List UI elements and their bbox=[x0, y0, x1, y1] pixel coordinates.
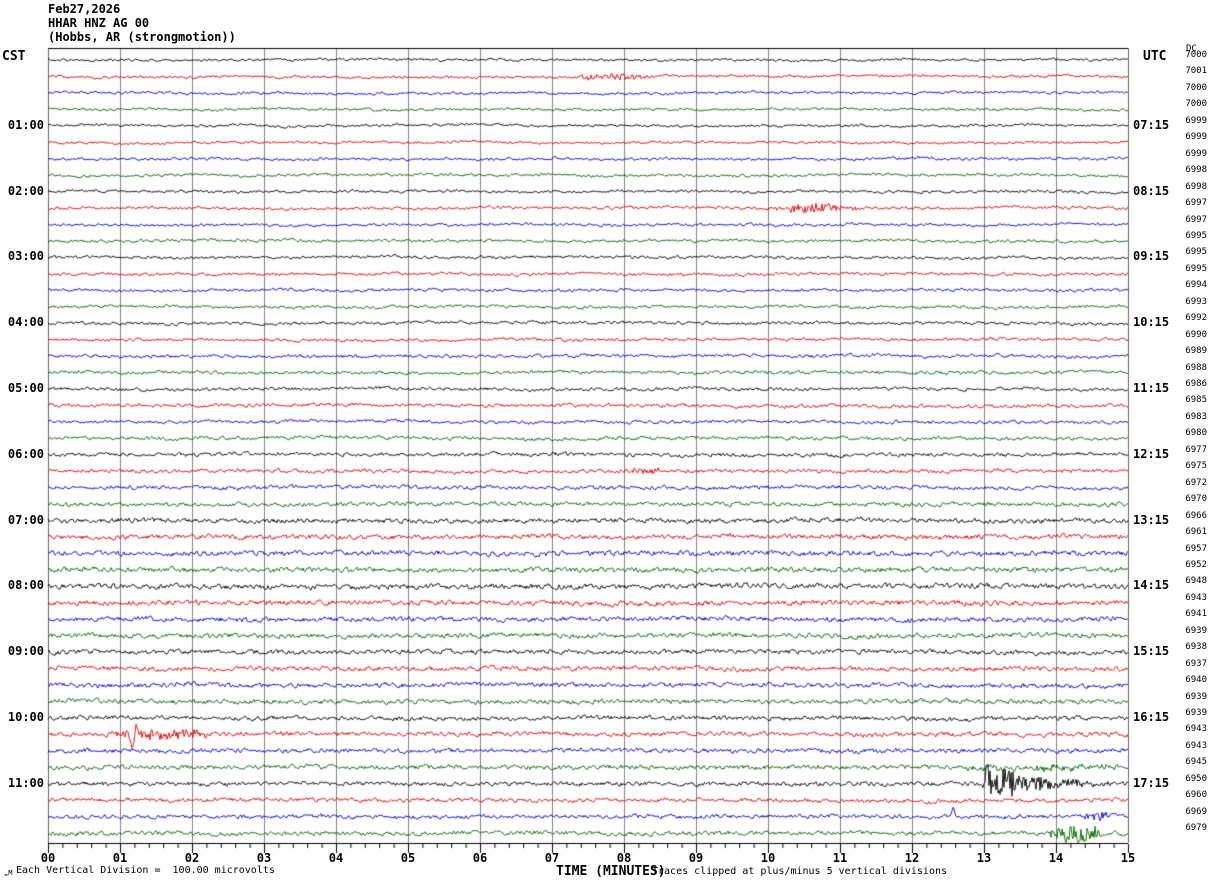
x-axis-title: TIME (MINUTES) bbox=[556, 864, 666, 879]
x-tick-label: 04 bbox=[328, 851, 344, 865]
dc-value: 6998 bbox=[1185, 181, 1207, 192]
x-tick-label: 00 bbox=[40, 851, 56, 865]
utc-hour-label: 16:15 bbox=[1133, 710, 1170, 724]
x-tick-label: 12 bbox=[904, 851, 920, 865]
utc-hour-label: 11:15 bbox=[1133, 381, 1170, 395]
title-location: (Hobbs, AR (strongmotion)) bbox=[48, 30, 236, 44]
dc-value: 6975 bbox=[1185, 461, 1207, 472]
cst-hour-label: 10:00 bbox=[7, 710, 44, 724]
utc-hour-label: 12:15 bbox=[1133, 446, 1170, 461]
dc-value: 6940 bbox=[1185, 675, 1207, 686]
x-tick-label: 15 bbox=[1120, 851, 1136, 865]
footer-scale-note: Each Vertical Division = 100.00 microvol… bbox=[16, 865, 275, 876]
dc-value: 6995 bbox=[1185, 263, 1207, 274]
dc-value: 6992 bbox=[1185, 313, 1207, 324]
x-tick-label: 09 bbox=[688, 851, 704, 865]
dc-value: 6999 bbox=[1185, 148, 1207, 159]
dc-value: 6943 bbox=[1185, 740, 1207, 751]
dc-value: 6979 bbox=[1185, 823, 1207, 834]
utc-hour-label: 07:15 bbox=[1133, 117, 1170, 132]
dc-value: 6948 bbox=[1185, 576, 1207, 587]
dc-value: 6999 bbox=[1185, 132, 1207, 143]
cst-hour-label: 03:00 bbox=[7, 249, 44, 264]
dc-value: 6994 bbox=[1185, 280, 1207, 291]
dc-value: 6988 bbox=[1185, 362, 1207, 373]
x-tick-label: 11 bbox=[832, 851, 848, 865]
dc-value: 7001 bbox=[1185, 66, 1207, 77]
dc-value: 6941 bbox=[1185, 609, 1207, 620]
dc-value: 6938 bbox=[1185, 642, 1207, 653]
dc-value: 6972 bbox=[1185, 477, 1207, 488]
dc-value: 6943 bbox=[1185, 724, 1207, 735]
logo-glyph: „M bbox=[4, 869, 13, 877]
x-tick-label: 05 bbox=[400, 851, 416, 865]
dc-value: 6985 bbox=[1185, 395, 1207, 406]
footer-clip-note: Traces clipped at plus/minus 5 vertical … bbox=[652, 866, 948, 877]
cst-hour-label: 07:00 bbox=[7, 512, 44, 527]
dc-value: 6998 bbox=[1185, 165, 1207, 176]
left-axis-header: CST bbox=[2, 49, 26, 64]
x-tick-label: 07 bbox=[544, 851, 560, 865]
dc-value: 6999 bbox=[1185, 115, 1207, 126]
dc-value: 6997 bbox=[1185, 214, 1207, 225]
dc-value: 7000 bbox=[1185, 50, 1207, 60]
title-date: Feb27,2026 bbox=[48, 2, 121, 16]
dc-value: 6939 bbox=[1185, 691, 1207, 702]
utc-hour-label: 09:15 bbox=[1133, 249, 1170, 264]
dc-value: 6995 bbox=[1185, 247, 1207, 258]
dc-value: 6939 bbox=[1185, 625, 1207, 636]
utc-hour-label: 10:15 bbox=[1133, 315, 1170, 330]
dc-value: 6980 bbox=[1185, 428, 1207, 439]
dc-value: 6997 bbox=[1185, 198, 1207, 209]
dc-value: 6961 bbox=[1185, 527, 1207, 538]
cst-hour-label: 04:00 bbox=[7, 315, 44, 330]
dc-value: 6966 bbox=[1185, 510, 1207, 521]
dc-value: 6939 bbox=[1185, 708, 1207, 718]
dc-value: 6977 bbox=[1185, 444, 1207, 455]
dc-value: 6952 bbox=[1185, 559, 1207, 570]
dc-value: 6989 bbox=[1185, 346, 1207, 357]
seismogram-canvas bbox=[0, 0, 1210, 886]
utc-hour-label: 14:15 bbox=[1133, 578, 1170, 593]
dc-value: 6957 bbox=[1185, 543, 1207, 554]
x-tick-label: 08 bbox=[616, 851, 632, 865]
x-tick-label: 10 bbox=[760, 851, 776, 865]
dc-value: 6990 bbox=[1185, 329, 1207, 340]
dc-value: 7000 bbox=[1185, 82, 1207, 93]
cst-hour-label: 11:00 bbox=[7, 775, 44, 790]
utc-hour-label: 15:15 bbox=[1133, 644, 1170, 659]
x-tick-label: 02 bbox=[184, 851, 200, 865]
x-tick-label: 13 bbox=[976, 851, 992, 865]
cst-hour-label: 05:00 bbox=[7, 381, 44, 395]
dc-value: 6950 bbox=[1185, 773, 1207, 784]
cst-hour-label: 06:00 bbox=[7, 446, 44, 461]
x-tick-label: 01 bbox=[112, 851, 128, 865]
dc-value: 6983 bbox=[1185, 411, 1207, 422]
dc-value: 6945 bbox=[1185, 757, 1207, 768]
dc-value: 7000 bbox=[1185, 99, 1207, 110]
cst-hour-label: 02:00 bbox=[7, 183, 44, 198]
dc-value: 6986 bbox=[1185, 379, 1207, 389]
dc-value: 6960 bbox=[1185, 790, 1207, 801]
cst-hour-label: 08:00 bbox=[7, 578, 44, 593]
dc-value: 6993 bbox=[1185, 296, 1207, 307]
x-tick-label: 03 bbox=[256, 851, 272, 865]
utc-hour-label: 13:15 bbox=[1133, 512, 1170, 527]
dc-value: 6969 bbox=[1185, 806, 1207, 817]
utc-hour-label: 17:15 bbox=[1133, 775, 1170, 790]
right-axis-header: UTC bbox=[1143, 49, 1167, 64]
x-tick-label: 06 bbox=[472, 851, 488, 865]
x-tick-label: 14 bbox=[1048, 851, 1064, 865]
title-station: HHAR HNZ AG 00 bbox=[48, 16, 150, 30]
cst-hour-label: 09:00 bbox=[7, 644, 44, 659]
utc-hour-label: 08:15 bbox=[1133, 183, 1170, 198]
dc-value: 6995 bbox=[1185, 230, 1207, 241]
dc-value: 6943 bbox=[1185, 592, 1207, 603]
cst-hour-label: 01:00 bbox=[7, 117, 44, 132]
dc-value: 6970 bbox=[1185, 494, 1207, 505]
dc-value: 6937 bbox=[1185, 658, 1207, 669]
helicorder-page: Feb27,2026 HHAR HNZ AG 00 (Hobbs, AR (st… bbox=[0, 0, 1210, 886]
